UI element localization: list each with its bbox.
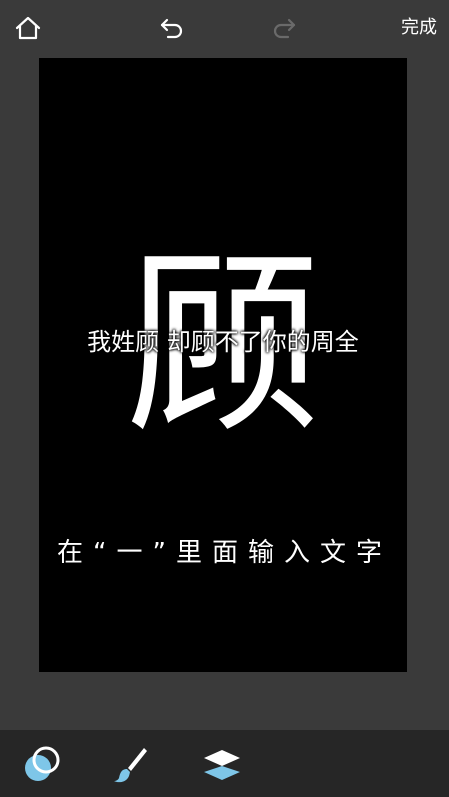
home-icon (15, 16, 41, 40)
redo-icon (273, 18, 296, 39)
home-button[interactable] (8, 8, 48, 48)
layers-icon (204, 750, 240, 780)
canvas-hint-text: 在“一”里面输入文字 (57, 538, 392, 568)
image-canvas[interactable]: 顾 我姓顾 却顾不了你的周全 (39, 58, 407, 672)
undo-button[interactable] (152, 8, 192, 48)
bottom-toolbar (0, 730, 449, 797)
brush-tool-button[interactable] (106, 740, 154, 788)
brush-icon (114, 748, 147, 783)
top-toolbar: 完成 (0, 0, 449, 56)
redo-button[interactable] (264, 8, 304, 48)
circle-tool-icon (25, 746, 60, 781)
done-button[interactable]: 完成 (401, 14, 437, 42)
circle-tool-button[interactable] (18, 740, 66, 788)
undo-icon (160, 18, 183, 39)
canvas-caption-text[interactable]: 我姓顾 却顾不了你的周全 (39, 326, 407, 358)
editor-workspace: 顾 我姓顾 却顾不了你的周全 在“一”里面输入文字 (0, 56, 449, 730)
layers-tool-button[interactable] (198, 740, 246, 788)
